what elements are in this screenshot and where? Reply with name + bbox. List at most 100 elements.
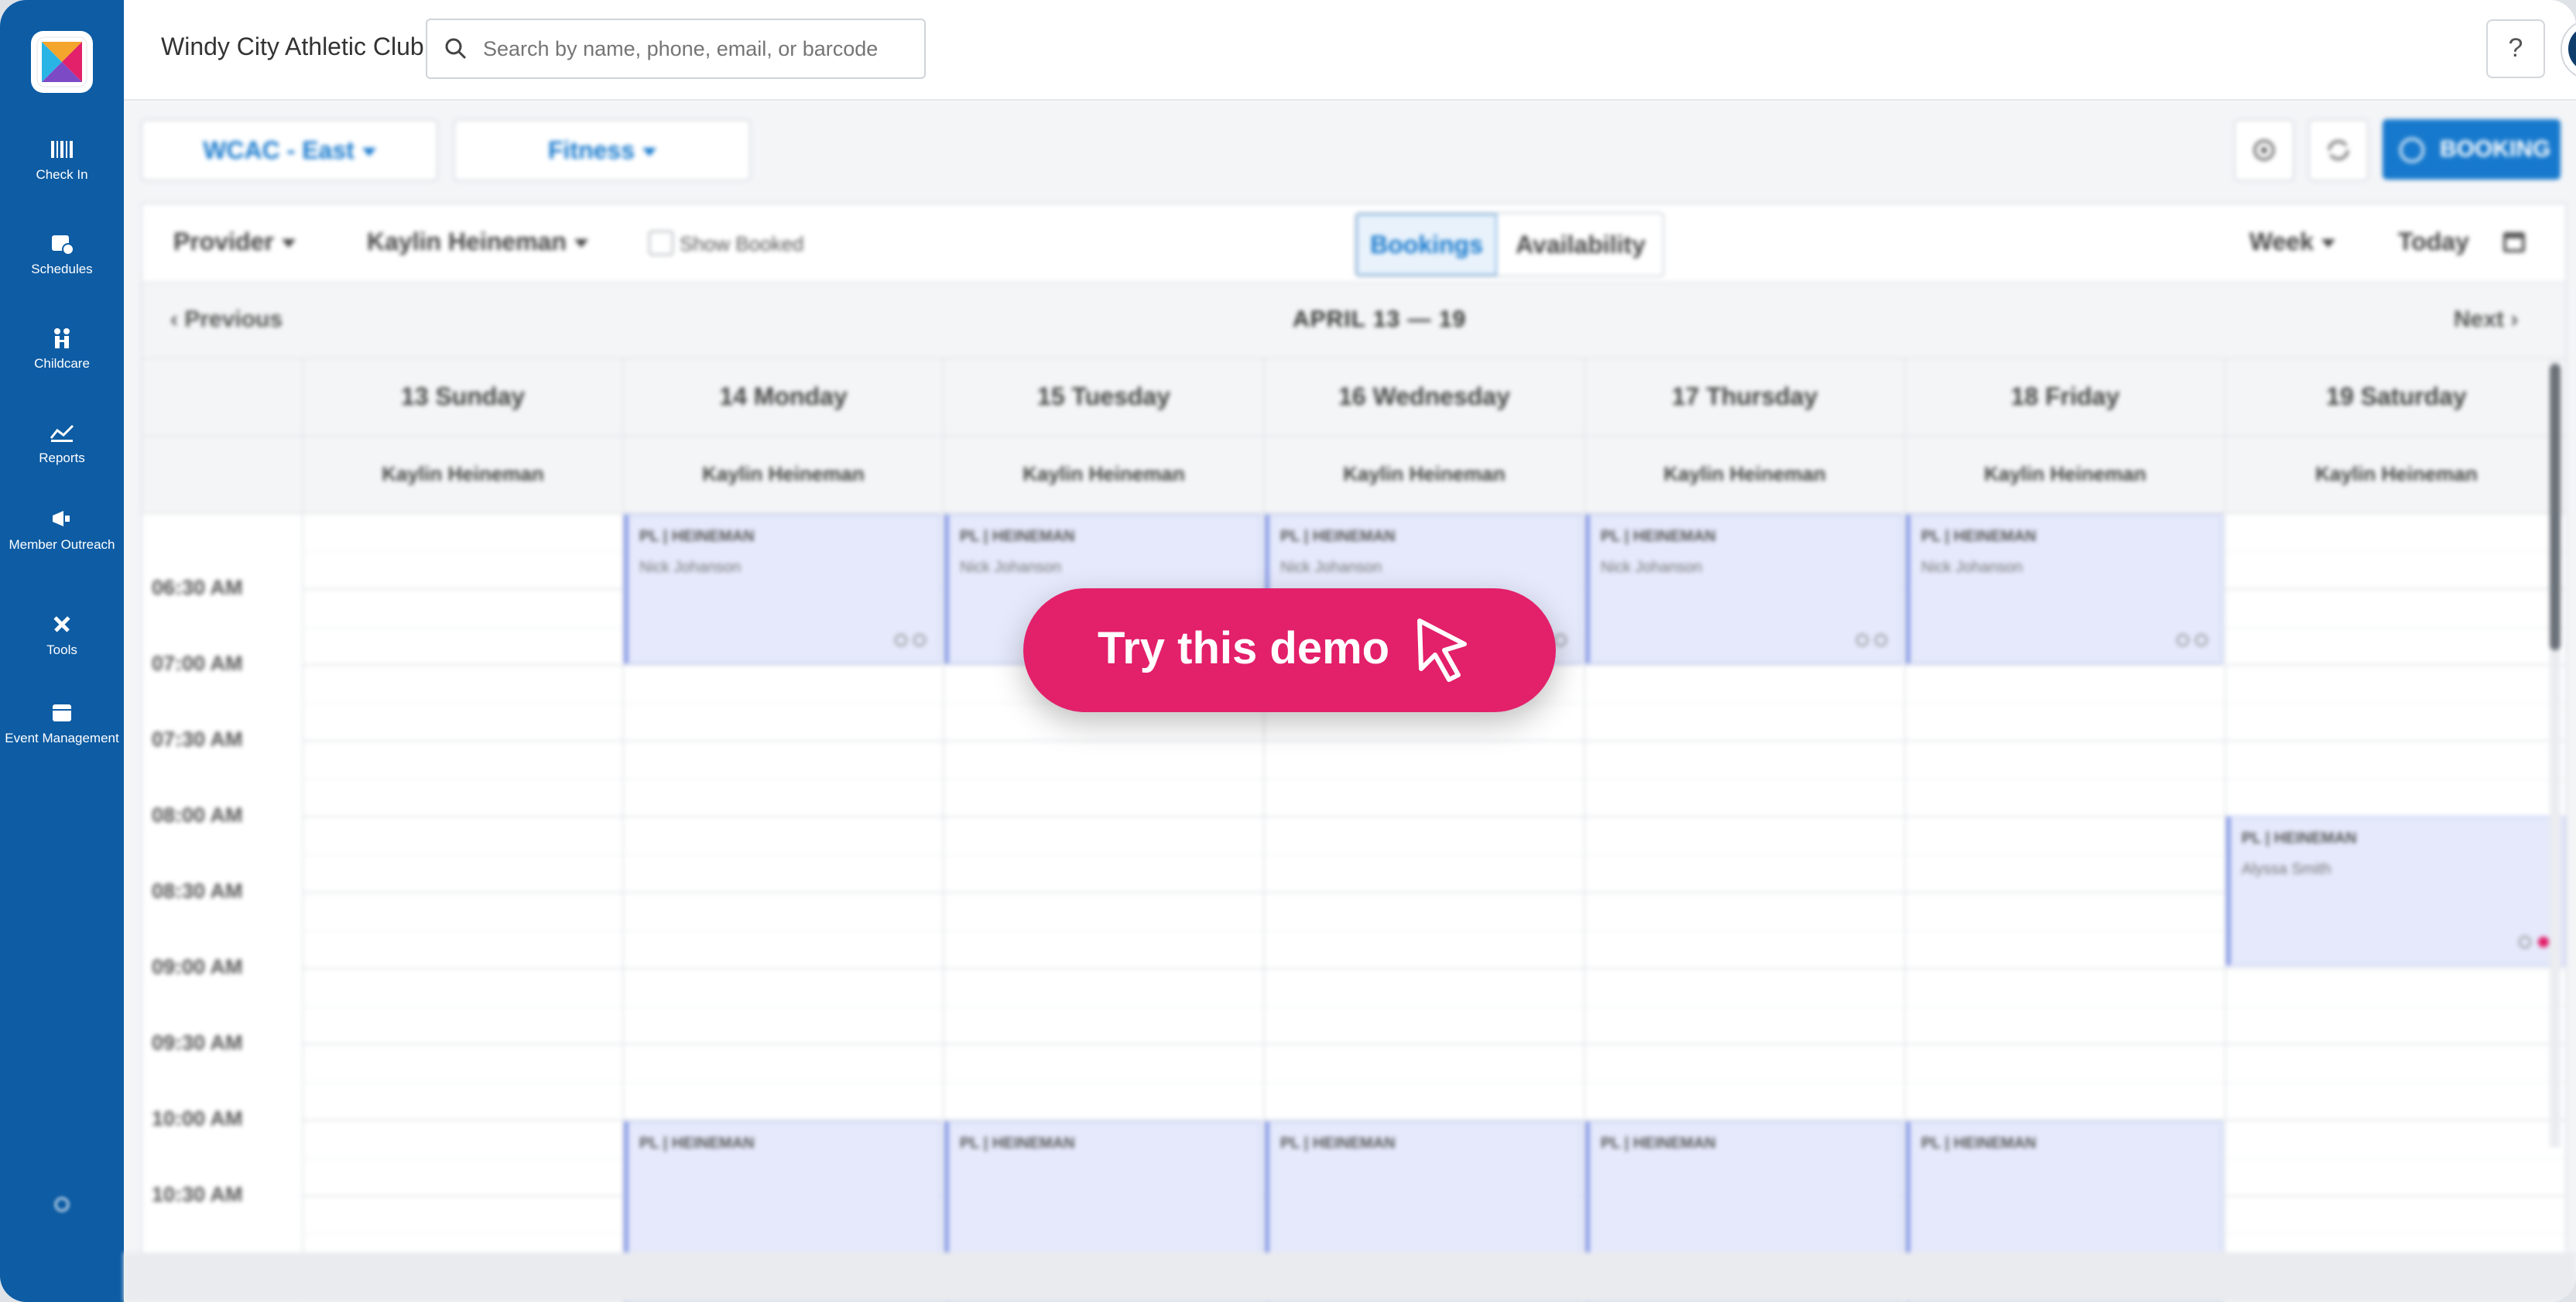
sidebar-item-label: Childcare (34, 356, 90, 371)
help-button[interactable]: ? (2486, 19, 2545, 78)
booking-label: BOOKING (2440, 136, 2551, 162)
show-booked-label: Show Booked (680, 232, 804, 255)
sidebar-item-label: Check In (36, 167, 88, 182)
view-toggle: Bookings Availability (1355, 212, 1664, 277)
time-label: 10:30 AM (152, 1183, 243, 1206)
sidebar-item-label: Reports (39, 451, 85, 465)
event-status-icons (2177, 634, 2208, 646)
barcode-icon (51, 141, 73, 158)
event-status-icons (1856, 634, 1887, 646)
calendar-clock-icon (52, 235, 74, 255)
event-title: PL | HEINEMAN (960, 1135, 1075, 1152)
sidebar-collapse[interactable] (0, 1192, 124, 1223)
sidebar-item-member-outreach[interactable]: Member Outreach (0, 506, 124, 553)
category-dropdown[interactable]: Fitness (454, 119, 751, 181)
view-dropdown[interactable]: Week (2249, 228, 2336, 256)
event-client: Nick Johanson (1601, 559, 1703, 576)
search-input[interactable] (481, 31, 903, 67)
page-footer (124, 1252, 2576, 1302)
time-label: 07:30 AM (152, 728, 243, 751)
settings-icon (54, 1197, 70, 1212)
provider-header-row: Kaylin Heineman Kaylin Heineman Kaylin H… (142, 437, 2565, 514)
cursor-arrow-icon (1417, 618, 1467, 682)
chevron-down-icon (574, 239, 588, 248)
time-label: 09:30 AM (152, 1031, 243, 1054)
day-header: 18 Friday (1904, 359, 2225, 435)
provider-header: Kaylin Heineman (1584, 437, 1904, 512)
sidebar-item-label: Event Management (5, 731, 119, 745)
user-menu[interactable]: AG (2561, 19, 2576, 80)
day-header-row: 13 Sunday 14 Monday 15 Tuesday 16 Wednes… (142, 359, 2565, 437)
sidebar-item-check-in[interactable]: Check In (0, 136, 124, 183)
sidebar: Check In Schedules Childcare Reports Mem… (0, 0, 124, 1302)
location-label: WCAC - East (203, 136, 355, 164)
week-grid: 13 Sunday 14 Monday 15 Tuesday 16 Wednes… (142, 359, 2565, 1302)
event-title: PL | HEINEMAN (960, 528, 1075, 545)
gear-icon (2253, 139, 2275, 161)
event-title: PL | HEINEMAN (639, 1135, 755, 1152)
event-title: PL | HEINEMAN (639, 528, 755, 545)
try-demo-button[interactable]: Try this demo (1023, 588, 1556, 712)
provider-dropdown[interactable]: Provider (173, 228, 296, 256)
next-week-button[interactable]: Next › (2454, 307, 2518, 333)
time-label: 07:00 AM (152, 652, 243, 675)
location-dropdown[interactable]: WCAC - East (141, 119, 438, 181)
previous-week-button[interactable]: ‹ Previous (170, 307, 283, 333)
sidebar-item-label: Member Outreach (9, 537, 115, 552)
search-icon (445, 38, 467, 60)
provider-label: Provider (173, 228, 274, 255)
refresh-icon (2328, 140, 2349, 160)
sidebar-item-label: Tools (46, 642, 77, 657)
event-client: Nick Johanson (1280, 559, 1382, 576)
chevron-down-icon (642, 148, 657, 157)
time-label: 08:00 AM (152, 803, 243, 827)
event-title: PL | HEINEMAN (1601, 528, 1716, 545)
booking-event[interactable]: PL | HEINEMAN Nick Johanson (1585, 514, 1903, 664)
provider-header: Kaylin Heineman (943, 437, 1263, 512)
event-icon (53, 704, 71, 721)
calendar-icon[interactable] (2500, 228, 2528, 255)
event-client: Nick Johanson (1921, 559, 2023, 576)
show-booked-checkbox[interactable] (649, 231, 673, 255)
provider-header: Kaylin Heineman (2225, 437, 2567, 512)
booking-event[interactable]: PL | HEINEMAN Alyssa Smith (2226, 816, 2565, 966)
add-circle-icon (2400, 138, 2424, 163)
event-title: PL | HEINEMAN (2242, 830, 2357, 847)
tab-bookings[interactable]: Bookings (1356, 214, 1497, 276)
day-header: 19 Saturday (2225, 359, 2567, 435)
category-label: Fitness (547, 136, 635, 164)
time-label: 08:30 AM (152, 879, 243, 903)
sidebar-item-event-management[interactable]: Event Management (0, 700, 124, 746)
calendar-toolbar: Provider Kaylin Heineman Show Booked Boo… (142, 204, 2565, 283)
event-client: Alyssa Smith (2242, 861, 2331, 878)
sidebar-item-tools[interactable]: Tools (0, 612, 124, 658)
time-label: 10:00 AM (152, 1107, 243, 1130)
event-status-icons (895, 634, 926, 646)
event-title: PL | HEINEMAN (1280, 1135, 1396, 1152)
booking-event[interactable]: PL | HEINEMAN Nick Johanson (624, 514, 941, 664)
refresh-button[interactable] (2308, 119, 2369, 181)
sidebar-item-reports[interactable]: Reports (0, 420, 124, 466)
date-range: APRIL 13 — 19 (1293, 307, 1467, 332)
event-client: Nick Johanson (639, 559, 742, 576)
sidebar-item-schedules[interactable]: Schedules (0, 231, 124, 277)
chevron-down-icon (2321, 239, 2336, 248)
provider-value-dropdown[interactable]: Kaylin Heineman (367, 228, 588, 256)
app-logo[interactable] (31, 31, 93, 93)
event-title: PL | HEINEMAN (1921, 528, 2036, 545)
megaphone-icon (53, 511, 70, 526)
booking-event[interactable]: PL | HEINEMAN Nick Johanson (1906, 514, 2223, 664)
app-window: Check In Schedules Childcare Reports Mem… (0, 0, 2576, 1302)
tab-availability[interactable]: Availability (1499, 214, 1663, 276)
calendar-scrollbar-thumb[interactable] (2550, 364, 2561, 650)
new-booking-button[interactable]: BOOKING (2382, 119, 2561, 180)
calendar-panel: Provider Kaylin Heineman Show Booked Boo… (141, 203, 2567, 1302)
settings-button[interactable] (2234, 119, 2294, 181)
try-demo-label: Try this demo (1098, 623, 1390, 673)
tools-icon (53, 616, 70, 632)
sidebar-item-childcare[interactable]: Childcare (0, 325, 124, 372)
provider-header: Kaylin Heineman (302, 437, 622, 512)
search-box[interactable] (426, 19, 926, 79)
time-label: 09:00 AM (152, 955, 243, 978)
today-button[interactable]: Today (2398, 228, 2469, 256)
